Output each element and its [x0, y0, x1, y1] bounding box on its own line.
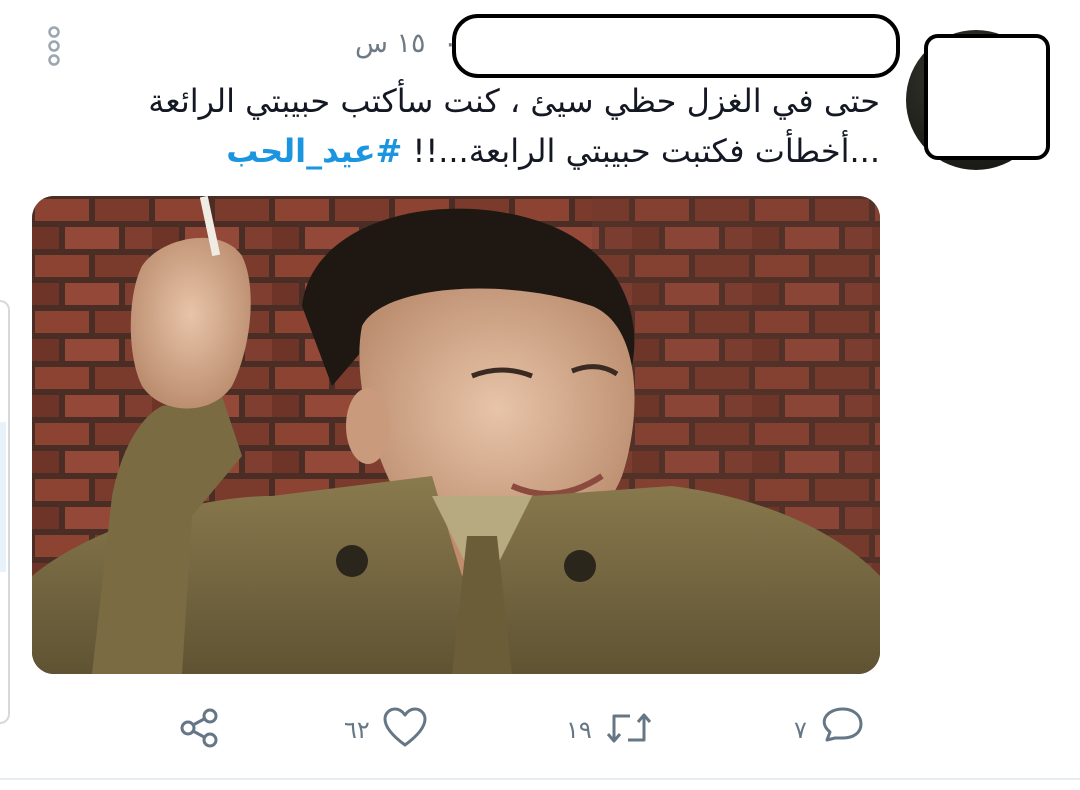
share-icon	[178, 706, 222, 754]
avatar-redaction	[924, 34, 1050, 160]
author-name-redaction	[452, 14, 900, 78]
retweet-count: ١٩	[566, 716, 592, 744]
tweet-action-bar: ٦٢ ١٩ ٧	[0, 700, 1080, 760]
tweet-timestamp[interactable]: ١٥ س	[355, 28, 426, 59]
share-button[interactable]	[178, 700, 222, 760]
hashtag-link[interactable]: #عيد_الحب	[226, 132, 402, 170]
more-vertical-icon[interactable]	[44, 26, 64, 66]
reply-icon	[819, 706, 865, 754]
reply-count: ٧	[794, 716, 807, 744]
retweet-button[interactable]: ١٩	[566, 700, 654, 760]
like-button[interactable]: ٦٢	[344, 700, 428, 760]
like-count: ٦٢	[344, 716, 370, 744]
tweet-text: حتى في الغزل حظي سيئ ، كنت سأكتب حبيبتي …	[50, 76, 880, 176]
side-panel-edge	[0, 300, 10, 724]
tweet-divider	[0, 778, 1080, 780]
heart-icon	[382, 706, 428, 754]
side-panel-highlight	[0, 422, 6, 572]
retweet-icon	[604, 706, 654, 754]
tweet-screen: ١٥ س · حتى في الغزل حظي سيئ ، كنت سأكتب …	[0, 0, 1080, 790]
tweet-media-image[interactable]	[32, 196, 880, 674]
reply-button[interactable]: ٧	[794, 700, 865, 760]
avatar[interactable]	[906, 30, 1050, 170]
